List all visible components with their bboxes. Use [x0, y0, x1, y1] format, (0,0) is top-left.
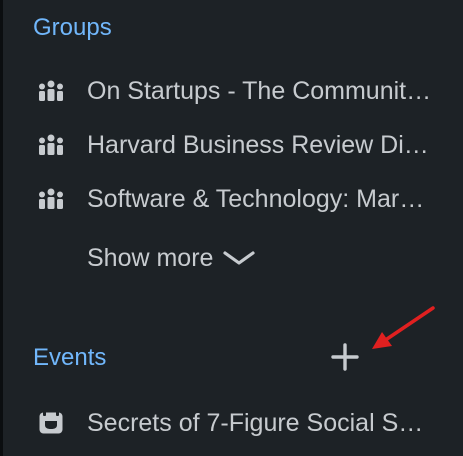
group-item-on-startups[interactable]: On Startups - The Community For Entrepre… [34, 73, 434, 109]
sidebar-left-edge [0, 0, 3, 456]
group-item-label: Software & Technology: Marketing & Sales [87, 184, 432, 213]
event-item-secrets-social-selling[interactable]: Secrets of 7-Figure Social Selling [34, 405, 434, 441]
show-more-label: Show more [87, 243, 214, 272]
group-icon [34, 187, 68, 211]
event-icon [34, 411, 68, 435]
add-event-button[interactable] [328, 342, 362, 376]
plus-icon [331, 342, 359, 376]
group-item-label: Harvard Business Review Discussion Group [87, 130, 432, 159]
group-item-label: On Startups - The Community For Entrepre… [87, 76, 432, 105]
chevron-down-icon [223, 249, 256, 267]
group-item-software-technology[interactable]: Software & Technology: Marketing & Sales [34, 181, 434, 217]
groups-section-title[interactable]: Groups [33, 16, 112, 40]
event-item-label: Secrets of 7-Figure Social Selling [87, 408, 432, 437]
group-icon [34, 133, 68, 157]
show-more-button[interactable]: Show more [87, 241, 256, 275]
annotation-arrow-icon [360, 300, 440, 365]
group-item-harvard-business-review[interactable]: Harvard Business Review Discussion Group [34, 127, 434, 163]
group-icon [34, 79, 68, 103]
events-section-title[interactable]: Events [33, 346, 106, 370]
